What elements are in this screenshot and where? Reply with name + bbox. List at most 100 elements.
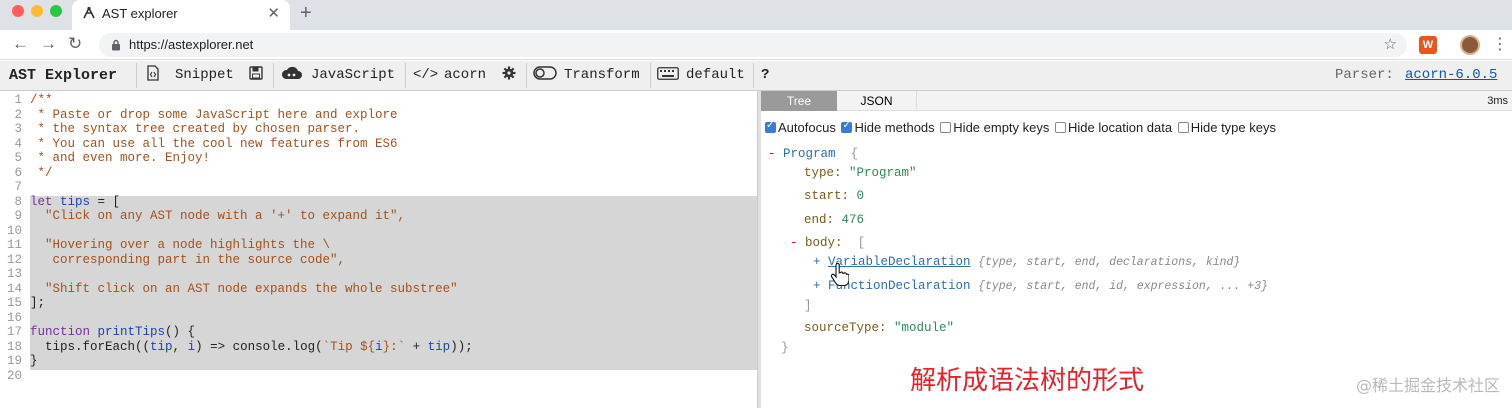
tree-node-variable-declaration[interactable]: + VariableDeclaration {type, start, end,… (813, 254, 1240, 270)
parse-timing: 3ms (1487, 95, 1508, 107)
code-token: */ (30, 165, 53, 180)
code-line: 17 function printTips() { (0, 325, 195, 340)
code-line: 3 * the syntax tree created by chosen pa… (0, 122, 360, 137)
option-hide-methods[interactable]: Hide methods (841, 120, 935, 135)
extension-icon[interactable]: W (1419, 36, 1437, 54)
profile-avatar[interactable] (1460, 35, 1480, 55)
line-number: 3 (14, 122, 22, 136)
transform-menu[interactable]: Transform (564, 61, 640, 90)
snippet-menu[interactable]: Snippet (175, 61, 234, 90)
minimize-window-button[interactable] (31, 5, 43, 17)
tree-root-close: } (781, 341, 789, 355)
caption-text: 解析成语法树的形式 (910, 366, 1145, 396)
output-tabs: Tree JSON 3ms (761, 91, 1512, 111)
browser-tab[interactable]: AST explorer ✕ (72, 0, 290, 30)
option-hide-location-data[interactable]: Hide location data (1055, 120, 1172, 135)
line-number: 13 (6, 267, 22, 281)
hand-cursor-icon (829, 262, 850, 292)
tree-node-program[interactable]: - Program { (768, 146, 858, 162)
code-token: i (375, 339, 383, 354)
language-menu[interactable]: JavaScript (311, 61, 395, 90)
code-token: printTips (90, 325, 166, 339)
close-icon[interactable]: ✕ (267, 4, 280, 22)
bookmark-star-icon[interactable]: ☆ (1384, 35, 1397, 53)
back-icon[interactable]: ← (12, 34, 29, 54)
forward-icon[interactable]: → (40, 34, 57, 54)
browser-tab-strip: AST explorer ✕ + (0, 0, 1512, 30)
parser-version-link[interactable]: acorn-6.0.5 (1405, 61, 1497, 90)
url-input[interactable]: https://astexplorer.net ☆ (99, 33, 1407, 57)
code-line: 20 (0, 369, 30, 384)
code-token: corresponding part in the source code", (30, 252, 346, 267)
code-line: 9 "Click on any AST node with a '+' to e… (0, 209, 405, 224)
language-icon (281, 61, 303, 90)
option-hide-type-keys[interactable]: Hide type keys (1177, 120, 1276, 135)
line-number: 1 (14, 93, 22, 107)
code-token: tips.forEach(( (30, 339, 151, 354)
close-window-button[interactable] (12, 5, 24, 17)
code-token: * the syntax tree created by chosen pars… (30, 122, 361, 136)
option-autofocus[interactable]: Autofocus (765, 120, 836, 135)
watermark: @稀土掘金技术社区 (1355, 376, 1500, 395)
save-icon[interactable] (249, 61, 263, 90)
new-tab-button[interactable]: + (300, 2, 312, 25)
code-token: + (405, 339, 428, 354)
keymap-menu[interactable]: default (686, 61, 745, 90)
line-number: 15 (6, 296, 22, 310)
code-line: 12 corresponding part in the source code… (0, 253, 345, 268)
code-line: 16 (0, 311, 30, 326)
code-line: 15]; (0, 296, 45, 311)
toggle-icon[interactable] (533, 61, 557, 90)
line-number: 7 (14, 180, 22, 194)
code-line: 6 */ (0, 165, 53, 181)
line-number: 12 (6, 252, 22, 267)
option-hide-empty-keys[interactable]: Hide empty keys (940, 120, 1049, 135)
zoom-window-button[interactable] (50, 5, 62, 17)
code-token: tip (150, 339, 173, 354)
code-token: /** (30, 93, 53, 107)
tree-prop-start: start: 0 (804, 189, 865, 203)
address-bar: ← → ↻ https://astexplorer.net ☆ (0, 30, 1512, 60)
code-token: ) => console.log( (195, 339, 323, 354)
line-number: 4 (14, 136, 22, 151)
keyboard-icon (657, 61, 679, 90)
line-number: 18 (6, 339, 22, 354)
help-button[interactable]: ? (761, 61, 769, 90)
code-token: tip (427, 339, 451, 354)
checkbox-icon[interactable] (765, 120, 776, 134)
tab-tree[interactable]: Tree (761, 91, 837, 111)
code-token: () { (165, 325, 196, 339)
code-line: 8 let tips = [ (0, 195, 120, 210)
line-number: 10 (6, 223, 22, 238)
tree-options: Autofocus Hide methods Hide empty keys H… (765, 119, 1278, 135)
line-number: 20 (6, 368, 22, 383)
code-editor[interactable]: 1 /** 2 * Paste or drop some JavaScript he… (0, 91, 757, 408)
code-token: = [ (90, 194, 121, 209)
checkbox-icon[interactable] (1177, 122, 1189, 134)
code-line: 14 "Shift click on an AST node expands t… (0, 282, 458, 297)
checkbox-icon[interactable] (940, 122, 952, 134)
code-token: } (30, 354, 38, 368)
checkbox-icon[interactable] (1055, 122, 1067, 134)
browser-menu-icon[interactable]: ⋮ (1492, 34, 1508, 54)
tree-prop-type: type: "Program" (804, 166, 917, 180)
line-number: 5 (14, 151, 22, 165)
code-line: 19} (0, 354, 38, 369)
tree-prop-body[interactable]: - body: [ (790, 235, 865, 251)
tree-body-close: ] (804, 299, 812, 313)
tab-json[interactable]: JSON (837, 91, 917, 111)
code-token: "Hovering over a node highlights the \ (30, 238, 331, 252)
tree-node-function-declaration[interactable]: + FunctionDeclaration {type, start, end,… (813, 278, 1268, 294)
line-number: 14 (6, 281, 22, 296)
code-token: * You can use all the cool new features … (30, 136, 398, 151)
code-line: 5 * and even more. Enjoy! (0, 151, 210, 166)
checkbox-icon[interactable] (841, 120, 853, 134)
line-number: 19 (6, 354, 22, 368)
astexplorer-favicon-icon (82, 6, 96, 25)
gear-icon[interactable] (502, 61, 516, 90)
parser-label: Parser: (1335, 67, 1394, 83)
reload-icon[interactable]: ↻ (68, 34, 82, 54)
parser-menu[interactable]: acorn (444, 61, 486, 90)
code-line: 2 * Paste or drop some JavaScript here a… (0, 108, 397, 123)
code-line: 18 tips.forEach((tip, i) => console.log(… (0, 340, 473, 355)
